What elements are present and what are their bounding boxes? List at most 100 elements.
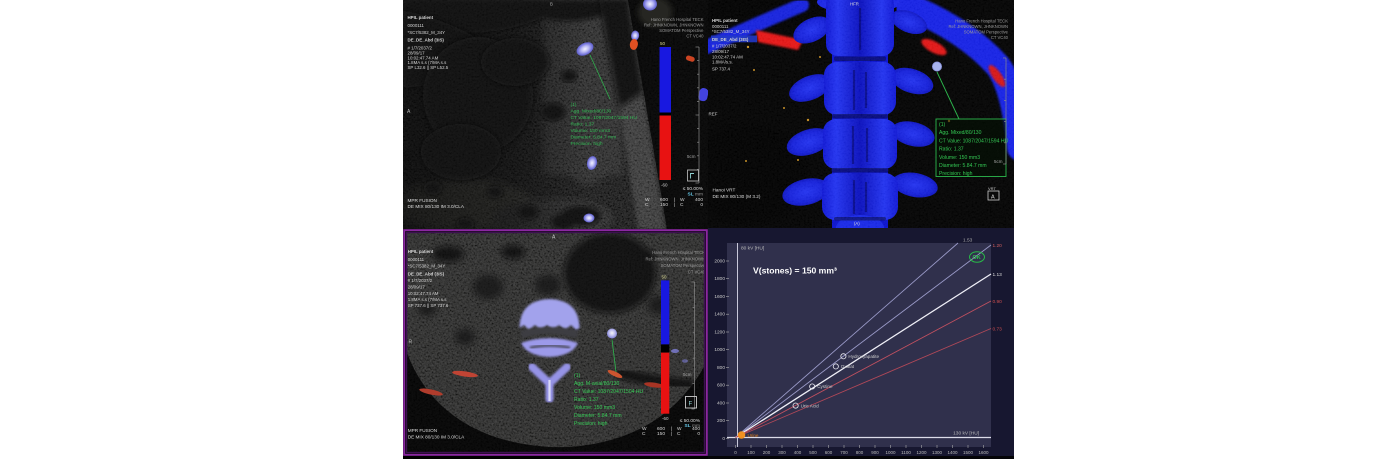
svg-text:600: 600	[660, 197, 668, 203]
svg-text:Agg. M-axial/80/130: Agg. M-axial/80/130	[574, 381, 619, 387]
svg-text:100: 100	[747, 450, 755, 455]
svg-text:0.73: 0.73	[993, 327, 1003, 333]
svg-text:DE_DE_Abd (3IS): DE_DE_Abd (3IS)	[408, 271, 445, 276]
svg-text:A: A	[991, 195, 995, 201]
svg-text:MPR FUSION: MPR FUSION	[408, 198, 437, 203]
svg-text:Hano French Hospital TECK: Hano French Hospital TECK	[651, 17, 704, 22]
svg-text:CT VC40: CT VC40	[991, 35, 1009, 40]
svg-text:CT VC40: CT VC40	[688, 270, 706, 275]
svg-text:Volume: 150 mm3: Volume: 150 mm3	[571, 128, 611, 134]
svg-text:C: C	[645, 202, 649, 208]
svg-text:28/09/17: 28/09/17	[712, 49, 730, 54]
svg-text:W: W	[680, 197, 685, 203]
svg-text:600: 600	[717, 383, 725, 389]
svg-text:*SC7/5382_M_34Y: *SC7/5382_M_34Y	[712, 29, 750, 34]
svg-text:Ref: JHNKNOWN, JHNKNOWN: Ref: JHNKNOWN, JHNKNOWN	[644, 23, 704, 28]
svg-text:W: W	[645, 197, 650, 203]
svg-text:# 1/7/2037/2: # 1/7/2037/2	[408, 45, 433, 50]
svg-text:|: |	[674, 197, 675, 203]
svg-text:DE_DE_Abd (3IS): DE_DE_Abd (3IS)	[712, 37, 749, 42]
svg-text:DE MIX 80/130 IM 3.0/CLA: DE MIX 80/130 IM 3.0/CLA	[408, 204, 465, 209]
svg-text:VRT: VRT	[988, 186, 996, 191]
svg-text:SOMATOM Perspective: SOMATOM Perspective	[659, 28, 704, 33]
svg-text:R: R	[409, 340, 413, 346]
svg-text:1.13: 1.13	[993, 272, 1003, 278]
svg-text:Ref: JHNKNOWN, JHNKNOWN: Ref: JHNKNOWN, JHNKNOWN	[645, 257, 705, 262]
svg-text:0000111: 0000111	[712, 24, 729, 29]
svg-text:0000111: 0000111	[408, 257, 425, 262]
svg-text:DE_DE_Abd (3IS): DE_DE_Abd (3IS)	[408, 38, 445, 43]
svg-text:(A): (A)	[854, 221, 860, 226]
svg-text:DE MIX 80/130 IM 3.0/CLA: DE MIX 80/130 IM 3.0/CLA	[408, 435, 465, 440]
svg-text:150: 150	[657, 431, 665, 437]
svg-text:CT Value: 1087/2047/1504 HU: CT Value: 1087/2047/1504 HU	[574, 389, 644, 395]
svg-text:1.20: 1.20	[993, 243, 1003, 249]
svg-text:1.53: 1.53	[963, 238, 973, 244]
svg-text:5cm: 5cm	[687, 154, 696, 159]
svg-text:800: 800	[717, 365, 725, 371]
svg-text:Precision: high: Precision: high	[571, 141, 603, 147]
svg-text:(1): (1)	[939, 122, 946, 128]
svg-text:Diameter: 5.84.7 mm: Diameter: 5.84.7 mm	[939, 163, 987, 169]
svg-text:Ref: JHNKNOWN, JHNKNOWN: Ref: JHNKNOWN, JHNKNOWN	[948, 24, 1008, 29]
svg-text:*SC7/5382_M_34Y: *SC7/5382_M_34Y	[408, 263, 446, 268]
svg-text:Cystine: Cystine	[817, 384, 833, 389]
svg-text:|: |	[671, 426, 672, 432]
svg-text:Diameter: 5.84.7 mm: Diameter: 5.84.7 mm	[571, 135, 617, 141]
svg-text:10:02:47.74 AM: 10:02:47.74 AM	[712, 54, 743, 59]
svg-text:1300: 1300	[932, 450, 943, 455]
svg-text:CT VC40: CT VC40	[686, 33, 704, 38]
svg-text:CT Value: 1087/2047/1594 HU: CT Value: 1087/2047/1594 HU	[571, 115, 638, 121]
svg-text:50: 50	[662, 275, 668, 280]
svg-text:W: W	[642, 426, 647, 432]
svg-text:Agg. Mixed/80/130: Agg. Mixed/80/130	[571, 109, 612, 115]
svg-text:Agg. Mixed/80/130: Agg. Mixed/80/130	[939, 130, 982, 136]
svg-text:≤ 50.00%: ≤ 50.00%	[683, 186, 704, 192]
svg-text:(1): (1)	[571, 102, 577, 108]
svg-text:Urine: Urine	[748, 433, 759, 438]
svg-text:Volume: 150 mm3: Volume: 150 mm3	[574, 405, 615, 411]
svg-text:2000: 2000	[714, 259, 725, 265]
svg-text:-60: -60	[661, 183, 668, 188]
svg-text:5cm: 5cm	[683, 372, 692, 377]
svg-text:Oxalat: Oxalat	[841, 364, 855, 369]
svg-text:(1): (1)	[574, 373, 581, 379]
svg-text:400: 400	[695, 197, 703, 203]
svg-text:|: |	[671, 431, 672, 437]
svg-text:80 kV [HU]: 80 kV [HU]	[741, 246, 764, 252]
svg-text:Ratio: 1.37: Ratio: 1.37	[571, 122, 595, 128]
svg-text:200: 200	[763, 450, 771, 455]
svg-text:DE MIX 80/130 (M 3.2): DE MIX 80/130 (M 3.2)	[713, 194, 761, 199]
svg-text:# 1/7/2037/2: # 1/7/2037/2	[408, 278, 433, 283]
svg-text:Volume: 150 mm3: Volume: 150 mm3	[939, 155, 980, 161]
svg-text:1000: 1000	[714, 347, 725, 353]
svg-text:400: 400	[717, 401, 725, 407]
svg-text:Hano French Hospital TECK: Hano French Hospital TECK	[652, 250, 705, 255]
svg-text:1200: 1200	[916, 450, 927, 455]
svg-text:0: 0	[697, 431, 700, 437]
svg-text:C: C	[680, 202, 684, 208]
svg-text:*SC7/5382_M_34Y: *SC7/5382_M_34Y	[408, 30, 446, 35]
svg-text:10:02:47.74 AM: 10:02:47.74 AM	[408, 291, 439, 296]
svg-text:B: B	[550, 2, 553, 7]
svg-text:0.90: 0.90	[993, 299, 1003, 305]
svg-text:HPIL patient: HPIL patient	[712, 18, 738, 23]
svg-text:1600: 1600	[714, 294, 725, 300]
svg-text:SOMATOM Perspective: SOMATOM Perspective	[964, 30, 1009, 35]
svg-text:-60: -60	[662, 416, 669, 421]
svg-text:V(stones) = 150 mm³: V(stones) = 150 mm³	[753, 266, 837, 276]
svg-text:200: 200	[717, 418, 725, 424]
svg-text:REF: REF	[709, 112, 718, 117]
svg-text:Precision: high: Precision: high	[939, 171, 973, 177]
svg-text:MPR FUSION: MPR FUSION	[408, 428, 437, 433]
svg-text:400: 400	[692, 426, 700, 432]
svg-text:130 kV [HU]: 130 kV [HU]	[953, 431, 979, 437]
svg-text:1.8MA/s.s.: 1.8MA/s.s.	[712, 60, 733, 65]
svg-text:C: C	[677, 431, 681, 437]
svg-text:OK: OK	[973, 255, 981, 261]
svg-text:700: 700	[840, 450, 848, 455]
svg-text:50: 50	[660, 41, 666, 46]
svg-text:SP L32.6 || SP L52.5: SP L32.6 || SP L52.5	[408, 65, 449, 70]
svg-text:Hano French Hospital TECK: Hano French Hospital TECK	[955, 19, 1008, 24]
svg-text:Hydroxyapatite: Hydroxyapatite	[848, 354, 879, 359]
